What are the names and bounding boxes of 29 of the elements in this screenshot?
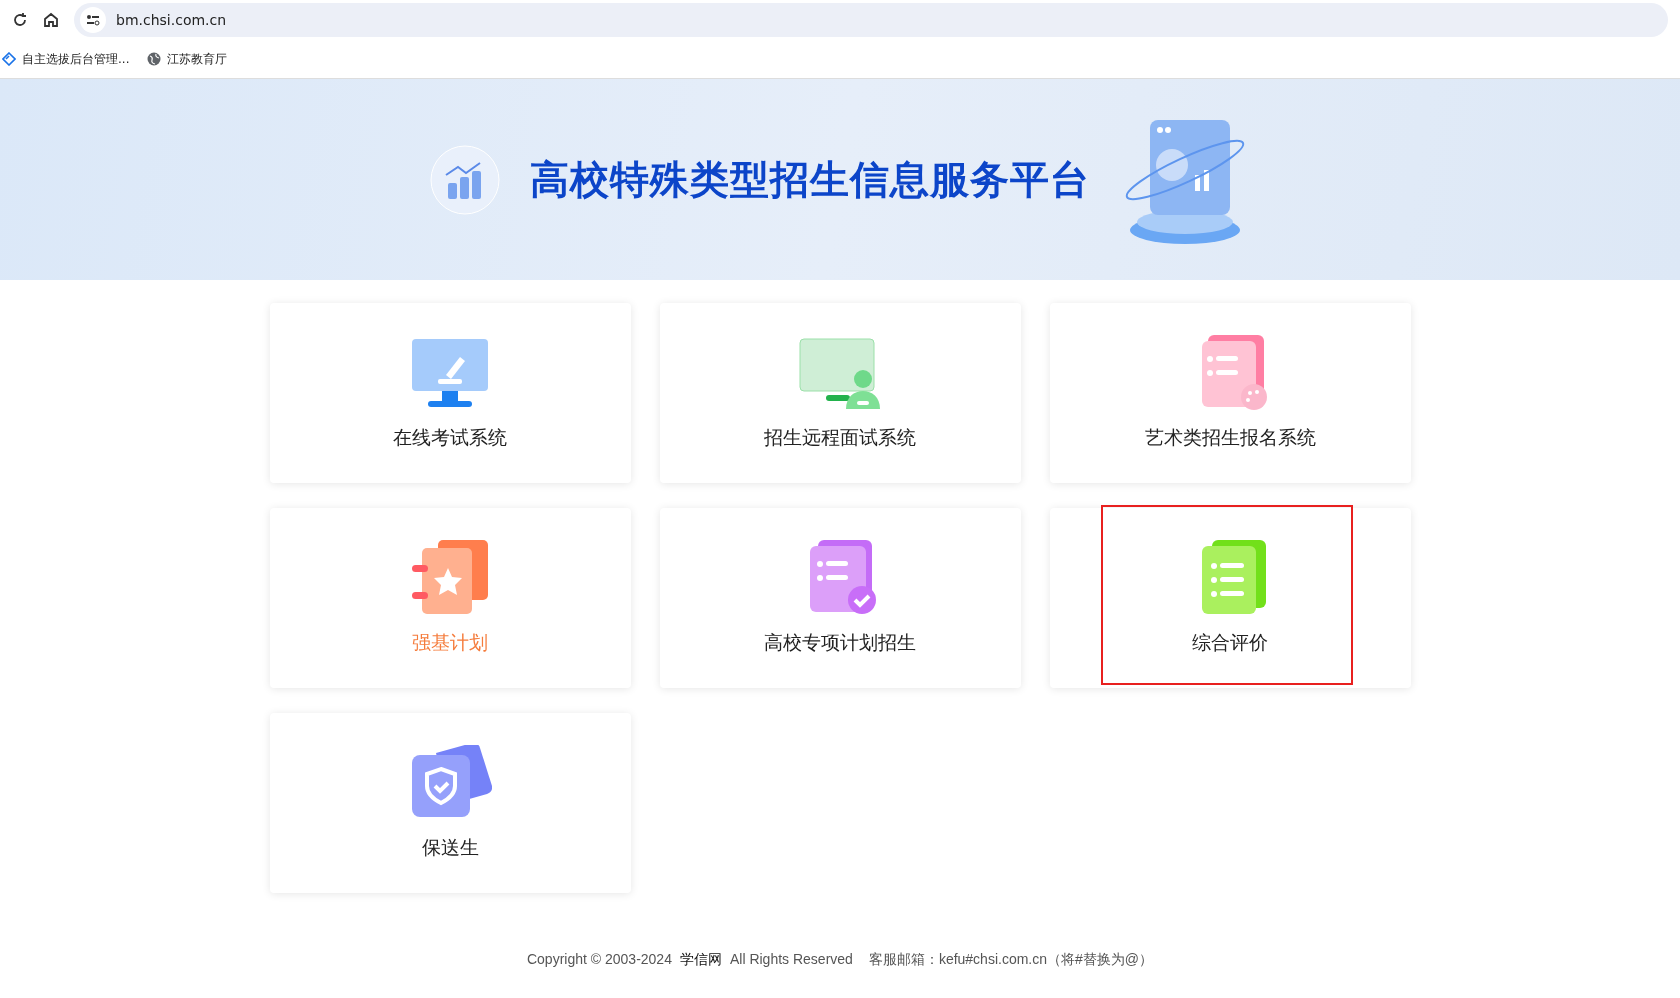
rights-text: All Rights Reserved <box>729 951 853 967</box>
card-label: 综合评价 <box>1192 630 1268 655</box>
url-text: bm.chsi.com.cn <box>116 12 227 28</box>
card-label: 高校专项计划招生 <box>764 630 916 655</box>
card-label: 保送生 <box>421 835 479 860</box>
card-label: 在线考试系统 <box>393 425 507 450</box>
system-card[interactable]: 高校专项计划招生 <box>659 508 1021 688</box>
system-card[interactable]: 综合评价 <box>1049 508 1411 688</box>
card-label: 强基计划 <box>412 630 488 655</box>
globe-icon <box>147 52 162 66</box>
card-label: 招生远程面试系统 <box>764 425 916 450</box>
contact-email-text: 客服邮箱：kefu#chsi.com.cn（将#替换为@） <box>868 951 1154 967</box>
reload-icon[interactable] <box>12 12 28 28</box>
chart-icon <box>430 144 500 215</box>
address-bar[interactable]: bm.chsi.com.cn <box>74 3 1668 37</box>
platform-title: 高校特殊类型招生信息服务平台 <box>530 155 1090 204</box>
system-card[interactable]: 招生远程面试系统 <box>659 303 1021 483</box>
system-card[interactable]: 艺术类招生报名系统 <box>1049 303 1411 483</box>
brand-text: 学信网 <box>679 951 722 967</box>
system-card[interactable]: 保送生 <box>269 713 631 893</box>
monitor-person-icon <box>798 335 882 411</box>
home-icon[interactable] <box>42 11 60 29</box>
system-card[interactable]: 在线考试系统 <box>269 303 631 483</box>
copyright-text: Copyright © 2003-2024 <box>526 951 672 967</box>
site-settings-icon[interactable] <box>80 7 106 33</box>
bookmark-link[interactable]: 自主选拔后台管理... <box>2 50 130 68</box>
card-label: 艺术类招生报名系统 <box>1144 425 1316 450</box>
diamond-icon <box>2 52 16 66</box>
bookmark-link[interactable]: 江苏教育厅 <box>147 50 228 68</box>
